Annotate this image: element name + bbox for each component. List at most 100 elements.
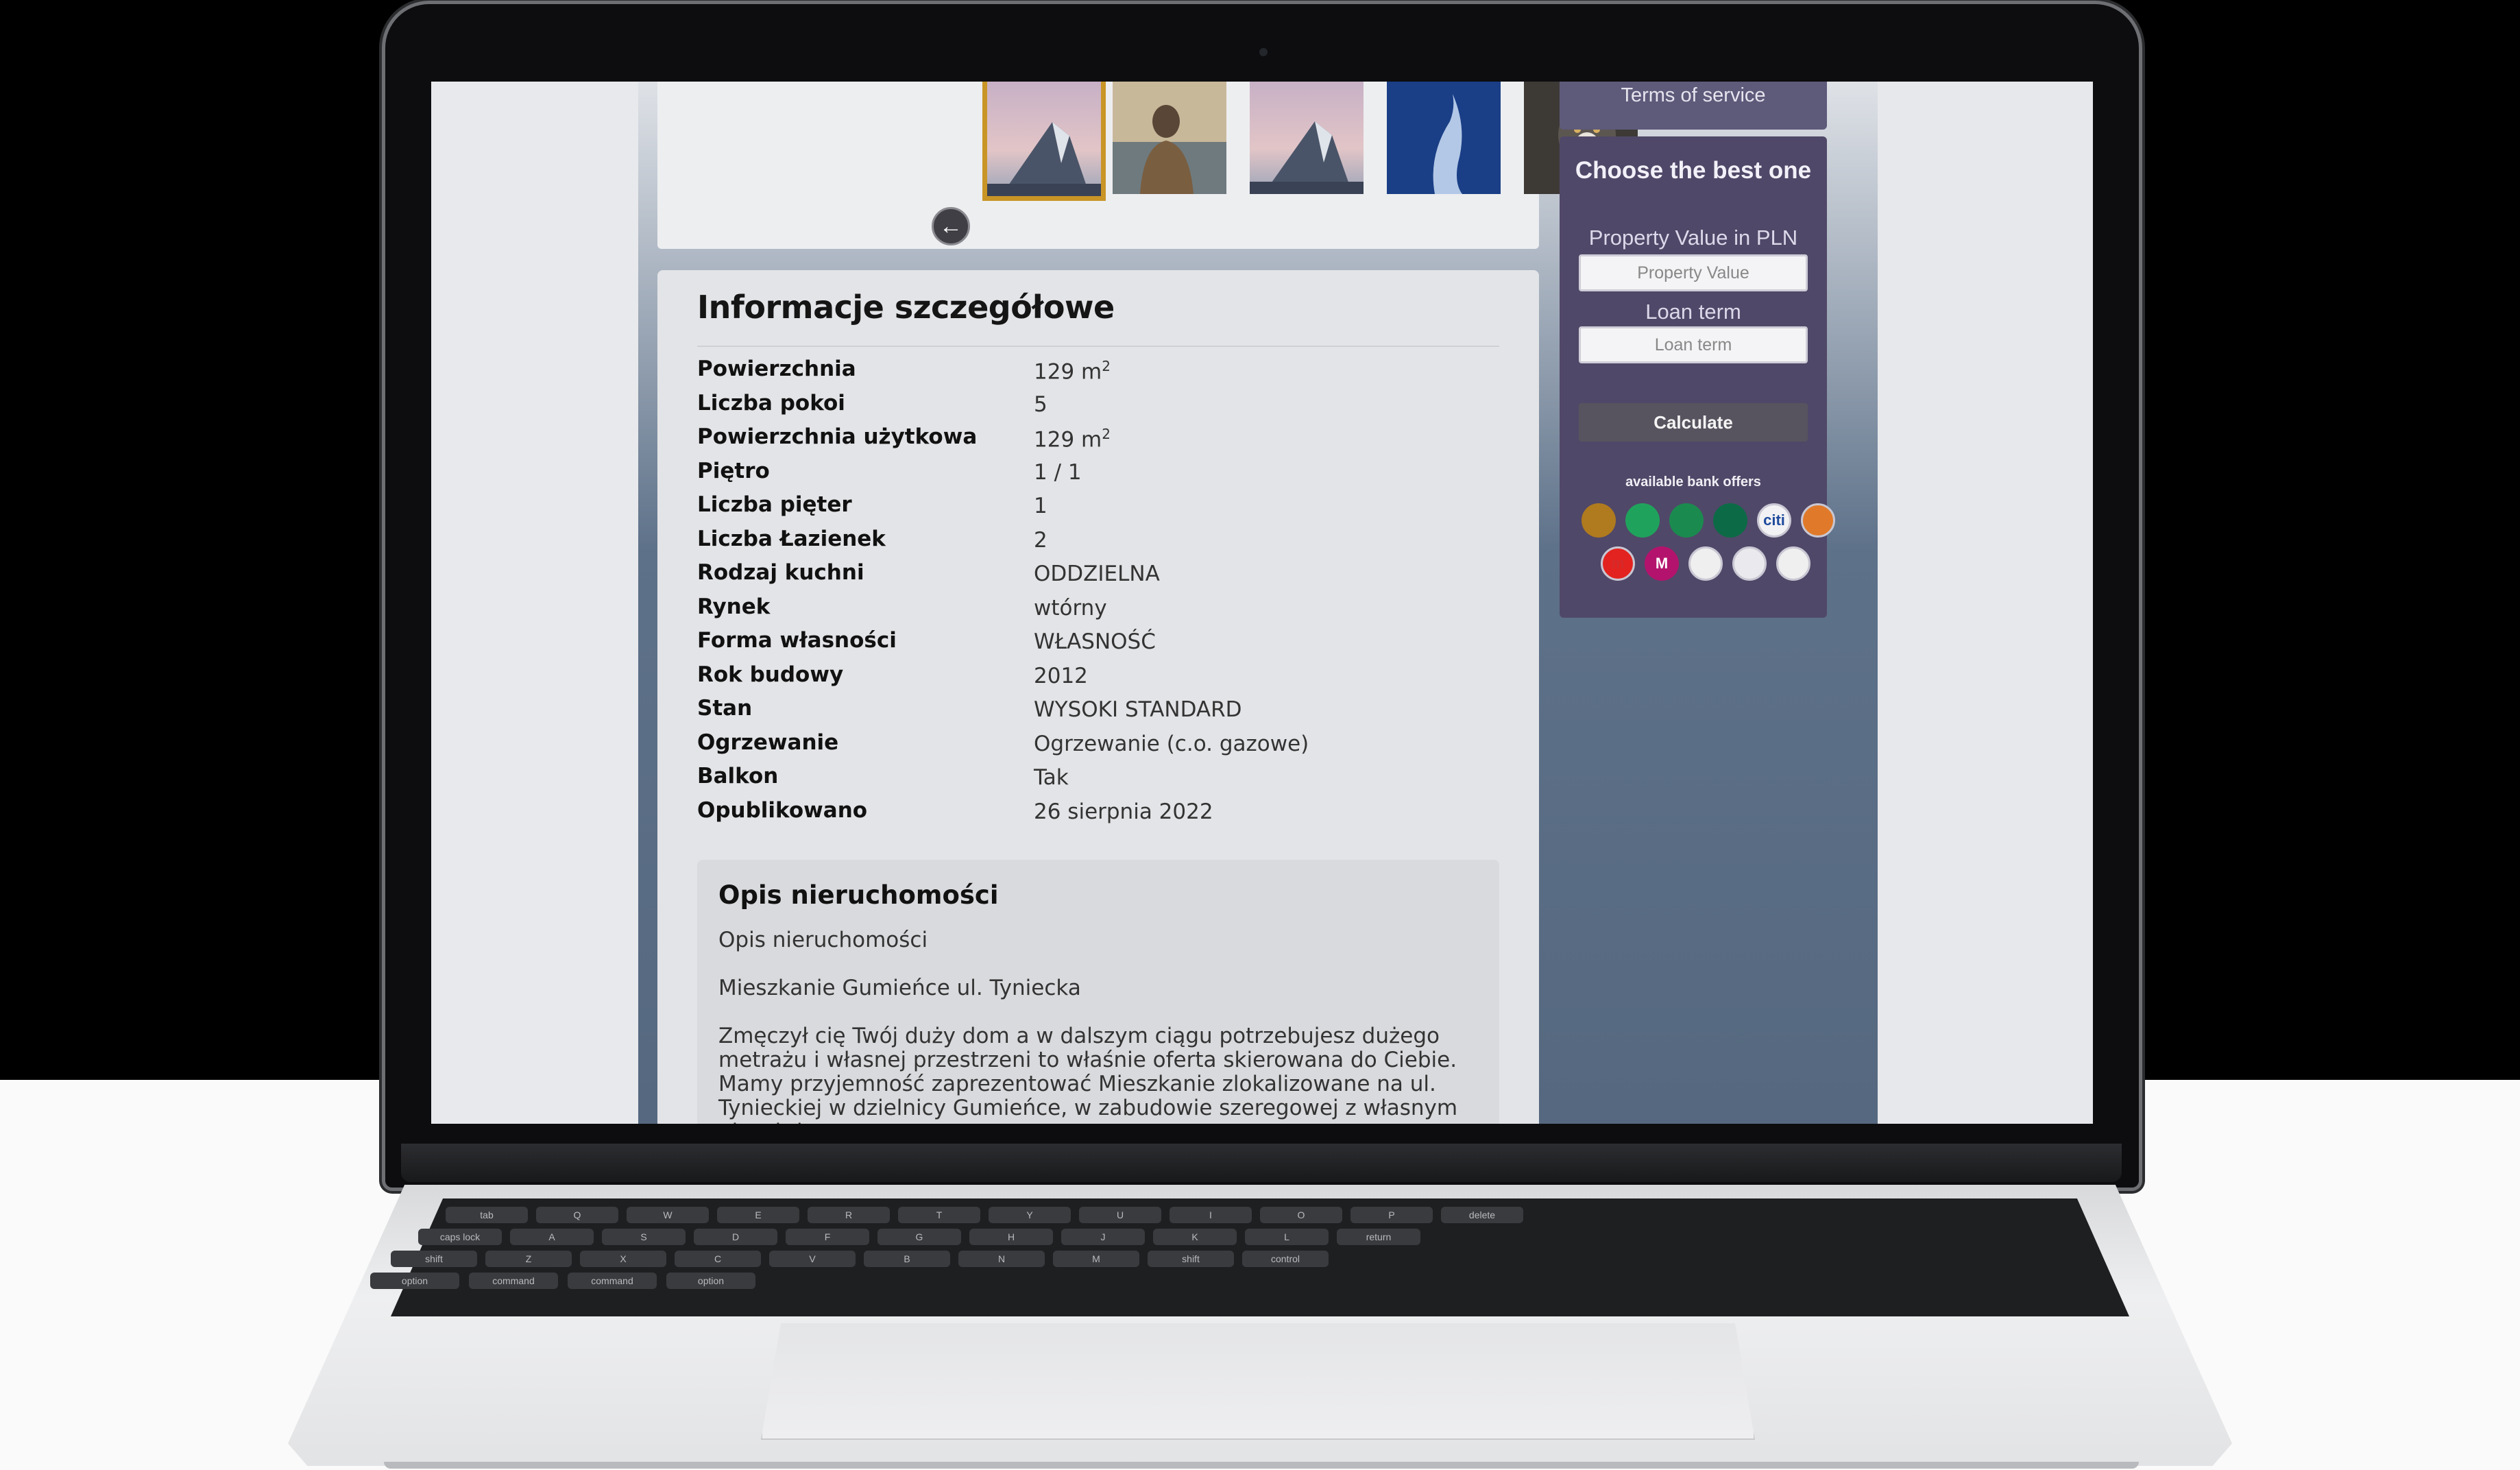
page-gutter-right [1878,82,2093,1124]
keyboard-key: T [898,1207,980,1223]
terms-of-service-link[interactable]: Terms of service [1560,84,1827,107]
details-table: Powierzchnia 129 m2 Liczba pokoi 5 Powierzch… [697,357,1499,832]
keyboard-key: R [808,1207,890,1223]
keyboard-key: return [1337,1229,1420,1245]
keyboard-key: H [969,1229,1053,1245]
details-row-value: 1 / 1 [1034,460,1082,485]
details-value-text: WYSOKI STANDARD [1034,697,1242,722]
keyboard-key: L [1245,1229,1329,1245]
details-row-value: 26 sierpnia 2022 [1034,799,1213,824]
details-value-text: wtórny [1034,595,1107,620]
keyboard-key: delete [1441,1207,1523,1223]
blue-light-image [1387,82,1501,194]
keyboard-key: B [864,1251,950,1267]
details-row: Opublikowano 26 sierpnia 2022 [697,798,1499,832]
bank-logo-3[interactable] [1669,503,1704,538]
details-row: Powierzchnia użytkowa 129 m2 [697,424,1499,459]
page-gutter-left [431,82,638,1124]
description-box: Opis nieruchomości Opis nieruchomości Mi… [697,860,1499,1124]
details-row-value: 2012 [1034,664,1088,688]
gallery-thumbnail[interactable] [1387,82,1501,194]
details-value-text: 129 m [1034,359,1102,385]
details-row-value: 129 m2 [1034,358,1111,384]
arrow-left-icon: ← [939,213,962,239]
calculate-button[interactable]: Calculate [1579,403,1808,442]
details-row-label: Stan [697,696,753,721]
gallery-thumbnail[interactable] [1113,82,1226,194]
bank-logo-1[interactable] [1582,503,1616,538]
keyboard-key: Y [989,1207,1071,1223]
keyboard-key: control [1242,1251,1329,1267]
bank-logo-2[interactable] [1625,503,1660,538]
details-value-text: Tak [1034,765,1069,790]
details-card: Informacje szczegółowe Powierzchnia 129 m… [657,270,1539,1124]
details-row: Stan WYSOKI STANDARD [697,696,1499,730]
details-row-label: Powierzchnia użytkowa [697,424,978,449]
loan-term-input[interactable] [1579,326,1808,363]
keyboard-key: option [666,1273,755,1289]
details-row-label: Rok budowy [697,662,844,687]
bank-logo-4[interactable] [1713,503,1747,538]
details-row-value: 2 [1034,528,1047,553]
mbank-logo[interactable]: m [1601,546,1635,581]
description-title: Opis nieruchomości [718,880,999,910]
loan-calculator: Choose the best one Property Value in PL… [1560,136,1835,618]
citi-logo[interactable]: citi [1757,503,1791,538]
details-value-text: 5 [1034,391,1047,417]
keyboard-key: C [675,1251,761,1267]
keyboard-key: X [580,1251,666,1267]
bank-logo-6[interactable] [1801,503,1835,538]
details-value-text: Ogrzewanie (c.o. gazowe) [1034,731,1309,756]
keyboard-key: command [469,1273,558,1289]
gallery-thumbnail-selected[interactable] [982,82,1106,201]
keyboard-key: J [1061,1229,1145,1245]
details-row: Balkon Tak [697,764,1499,798]
details-row-value: Tak [1034,765,1069,790]
details-row: Piętro 1 / 1 [697,459,1499,493]
keyboard-key: W [627,1207,709,1223]
details-row-value: ODDZIELNA [1034,562,1160,586]
santander-logo[interactable] [1776,546,1810,581]
details-value-text: 26 sierpnia 2022 [1034,799,1213,824]
trackpad[interactable] [761,1323,1755,1440]
details-value-text: 2012 [1034,663,1088,688]
iceberg-image [987,82,1101,196]
property-value-label: Property Value in PLN [1588,226,1798,250]
details-row: Rok budowy 2012 [697,662,1499,697]
bank-logo-9[interactable] [1688,546,1723,581]
millennium-logo[interactable]: M [1645,546,1679,581]
keyboard-key: caps lock [418,1229,502,1245]
details-title: Informacje szczegółowe [697,289,1115,326]
keyboard-key: O [1260,1207,1342,1223]
keyboard-key: shift [391,1251,477,1267]
laptop-base-edge [384,1462,2139,1469]
details-row-label: Liczba Łazienek [697,526,886,551]
details-row-label: Liczba pokoi [697,390,845,415]
keyboard-key: tab [446,1207,528,1223]
gallery-prev-button[interactable]: ← [932,207,970,245]
details-row-value: 5 [1034,392,1047,417]
details-row: Liczba pokoi 5 [697,391,1499,425]
description-paragraph: Opis nieruchomości [718,928,928,952]
details-row-value: WŁASNOŚĆ [1034,629,1156,654]
keyboard-key: option [370,1273,459,1289]
superscript: 2 [1102,426,1111,442]
keyboard-key: shift [1148,1251,1234,1267]
keyboard-key: Z [485,1251,572,1267]
pko-logo[interactable] [1732,546,1767,581]
property-value-input[interactable] [1579,254,1808,291]
details-row-label: Rynek [697,594,771,619]
keyboard-key: E [717,1207,799,1223]
details-row: Liczba pięter 1 [697,492,1499,527]
details-value-text: WŁASNOŚĆ [1034,629,1156,654]
gallery-thumbnail[interactable] [1250,82,1364,194]
keyboard-key: P [1350,1207,1433,1223]
keyboard-key: G [877,1229,961,1245]
camera [1259,48,1268,56]
keyboard-key: N [958,1251,1045,1267]
keyboard-key: A [510,1229,594,1245]
details-row-value: Ogrzewanie (c.o. gazowe) [1034,732,1309,756]
details-value-text: 1 [1034,494,1047,518]
details-row: Rynek wtórny [697,594,1499,629]
details-row: Rodzaj kuchni ODDZIELNA [697,560,1499,594]
